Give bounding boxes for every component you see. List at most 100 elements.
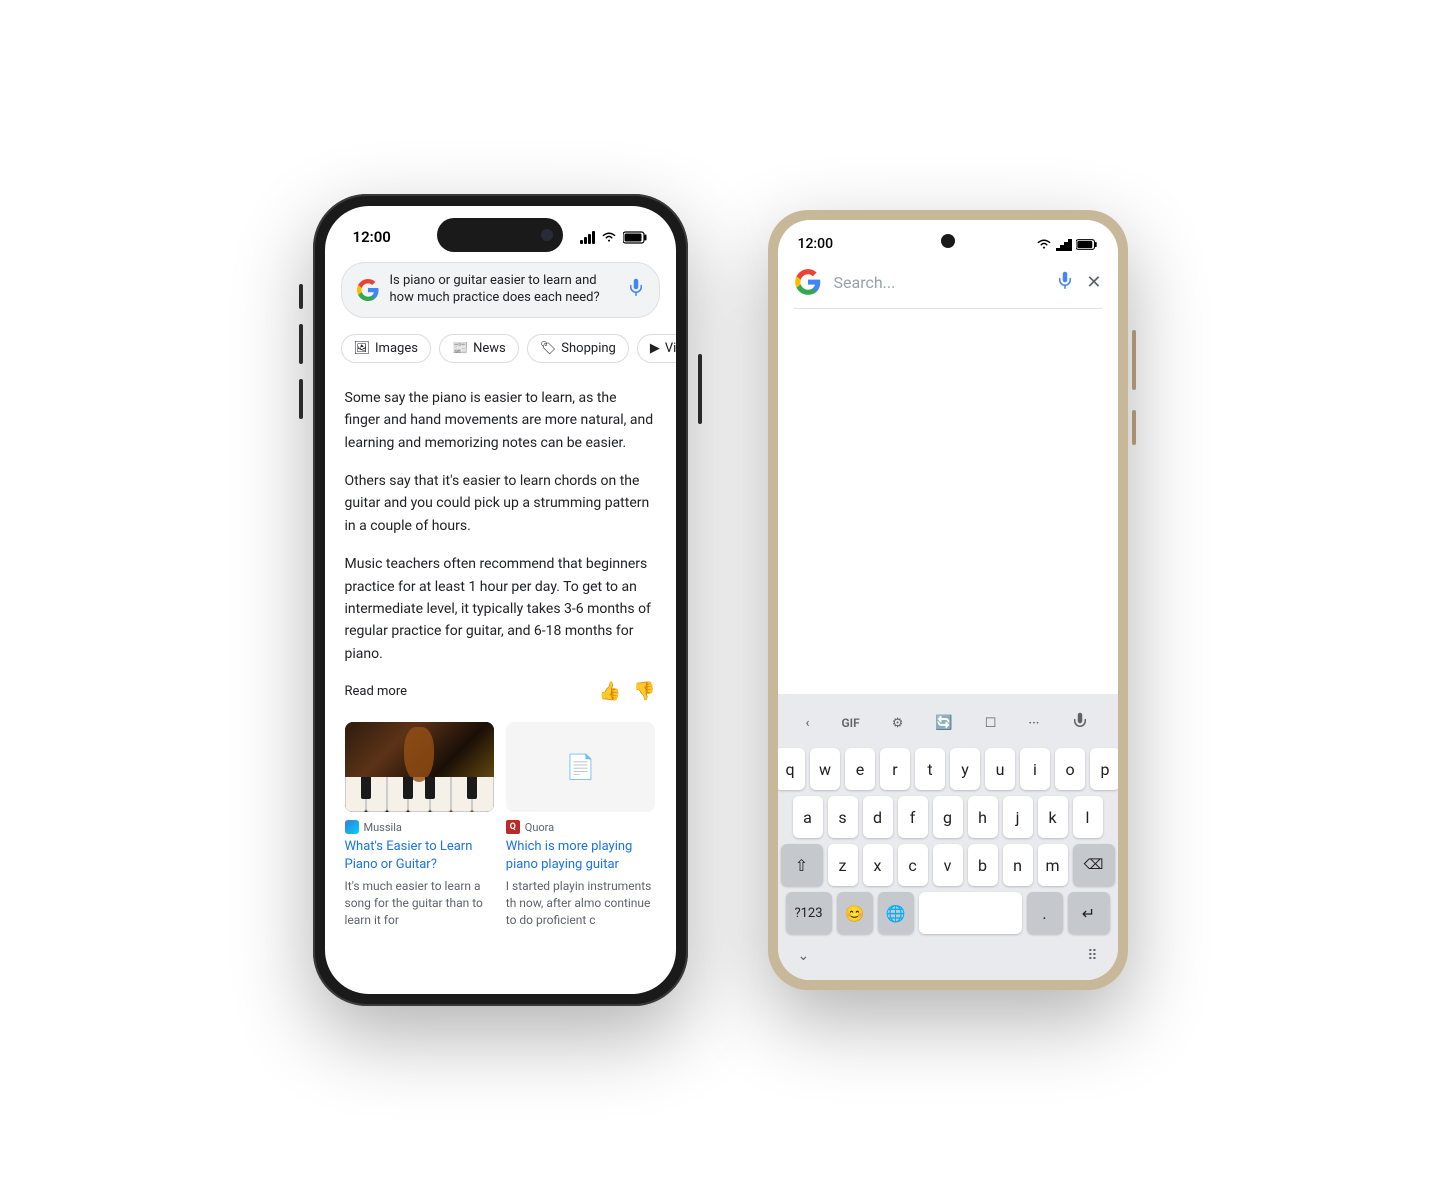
feedback-icons: 👍 👎: [599, 681, 656, 702]
key-g[interactable]: g: [933, 796, 963, 838]
android-mic-icon[interactable]: [1056, 271, 1074, 293]
iphone-status-icons: [580, 231, 648, 244]
key-numbers[interactable]: ?123: [786, 892, 832, 934]
key-m[interactable]: m: [1038, 844, 1068, 886]
iphone-search-bar[interactable]: Is piano or guitar easier to learn and h…: [341, 262, 660, 318]
images-tab-icon: 🖼: [354, 341, 371, 356]
key-o[interactable]: o: [1055, 748, 1085, 790]
keyboard-settings-icon[interactable]: ⚙: [884, 712, 912, 735]
tab-videos[interactable]: ▶ Vide: [637, 334, 676, 363]
article-card-1-snippet: It's much easier to learn a song for the…: [345, 878, 494, 928]
key-emoji[interactable]: 😊: [837, 892, 873, 934]
article-card-2-image: 📄: [506, 722, 655, 812]
filter-tabs: 🖼 Images 📰 News 🏷 Shopping ▶ Vide: [325, 326, 676, 371]
keyboard-row-1: q w e r t y u i o p: [782, 748, 1114, 790]
key-k[interactable]: k: [1038, 796, 1068, 838]
iphone-notch: [437, 218, 563, 252]
key-enter[interactable]: ↵: [1068, 892, 1110, 934]
key-t[interactable]: t: [915, 748, 945, 790]
key-v[interactable]: v: [933, 844, 963, 886]
key-i[interactable]: i: [1020, 748, 1050, 790]
battery-icon: [623, 231, 648, 244]
iphone-vol-down-button: [299, 379, 303, 419]
key-space[interactable]: [919, 892, 1022, 934]
result-paragraph-3: Music teachers often recommend that begi…: [345, 553, 656, 665]
news-tab-label: News: [473, 341, 506, 356]
key-x[interactable]: x: [863, 844, 893, 886]
article-card-2-source-text: Quora: [525, 821, 554, 834]
keyboard-voice-icon[interactable]: [1063, 708, 1097, 738]
article-card-1-title: What's Easier to Learn Piano or Guitar?: [345, 838, 494, 874]
iphone-silent-switch: [299, 284, 303, 309]
key-d[interactable]: d: [863, 796, 893, 838]
key-shift[interactable]: ⇧: [781, 844, 823, 886]
thumbs-down-icon[interactable]: 👎: [633, 681, 655, 702]
android-wifi-icon: [1036, 238, 1052, 250]
article-card-1-source-text: Mussila: [364, 821, 402, 834]
article-card-2[interactable]: 📄 Q Quora Which is more playing piano pl…: [506, 722, 655, 929]
key-a[interactable]: a: [793, 796, 823, 838]
key-f[interactable]: f: [898, 796, 928, 838]
videos-tab-icon: ▶: [650, 341, 660, 356]
tab-shopping[interactable]: 🏷 Shopping: [527, 334, 629, 363]
android-content-area: [778, 317, 1118, 617]
article-cards-container: Mussila What's Easier to Learn Piano or …: [345, 722, 656, 929]
tab-news[interactable]: 📰 News: [439, 334, 519, 363]
android-battery-icon: [1076, 238, 1098, 251]
key-e[interactable]: e: [845, 748, 875, 790]
keyboard-layout-icon[interactable]: ⠿: [1087, 948, 1097, 964]
keyboard-bottom-indicators: ⌄ ⠿: [782, 940, 1114, 964]
shopping-tab-icon: 🏷: [540, 341, 557, 356]
key-period[interactable]: .: [1027, 892, 1063, 934]
keyboard-collapse-icon[interactable]: ⌄: [798, 948, 810, 964]
key-backspace[interactable]: ⌫: [1073, 844, 1115, 886]
key-l[interactable]: l: [1073, 796, 1103, 838]
iphone-screen: 12:00: [325, 206, 676, 994]
key-s[interactable]: s: [828, 796, 858, 838]
read-more-link[interactable]: Read more: [345, 684, 408, 699]
keyboard-row-2: a s d f g h j k l: [782, 796, 1114, 838]
shopping-tab-label: Shopping: [561, 341, 616, 356]
android-screen: 12:00: [778, 220, 1118, 980]
voice-search-icon[interactable]: [627, 278, 645, 301]
key-n[interactable]: n: [1003, 844, 1033, 886]
key-u[interactable]: u: [985, 748, 1015, 790]
key-h[interactable]: h: [968, 796, 998, 838]
android-volume-button: [1132, 330, 1136, 390]
wifi-icon: [601, 231, 617, 243]
article-card-2-snippet: I started playin instruments th now, aft…: [506, 878, 655, 928]
guitar-decoration: [404, 727, 434, 782]
thumbs-up-icon[interactable]: 👍: [599, 681, 621, 702]
key-globe[interactable]: 🌐: [878, 892, 914, 934]
keyboard-gif-button[interactable]: GIF: [833, 712, 867, 734]
key-w[interactable]: w: [810, 748, 840, 790]
key-b[interactable]: b: [968, 844, 998, 886]
phones-container: 12:00: [313, 194, 1128, 1006]
android-close-icon[interactable]: ✕: [1086, 272, 1101, 293]
key-p[interactable]: p: [1090, 748, 1118, 790]
key-q[interactable]: q: [778, 748, 806, 790]
signal-icon: [580, 231, 595, 244]
keyboard-row-3: ⇧ z x c v b n m ⌫: [782, 844, 1114, 886]
keyboard-clipboard-icon[interactable]: ☐: [977, 712, 1005, 735]
key-j[interactable]: j: [1003, 796, 1033, 838]
keyboard-bottom-row: ?123 😊 🌐 . ↵: [782, 892, 1114, 934]
key-z[interactable]: z: [828, 844, 858, 886]
keyboard-more-icon[interactable]: ···: [1020, 712, 1047, 735]
search-results-content: Some say the piano is easier to learn, a…: [325, 371, 676, 945]
result-paragraph-2: Others say that it's easier to learn cho…: [345, 470, 656, 537]
android-divider: [794, 308, 1102, 309]
key-r[interactable]: r: [880, 748, 910, 790]
result-paragraph-1: Some say the piano is easier to learn, a…: [345, 387, 656, 454]
key-y[interactable]: y: [950, 748, 980, 790]
android-search-row: Search... ✕: [778, 264, 1118, 308]
article-card-1[interactable]: Mussila What's Easier to Learn Piano or …: [345, 722, 494, 929]
key-c[interactable]: c: [898, 844, 928, 886]
keyboard-translate-icon[interactable]: 🔄: [927, 711, 960, 735]
android-search-box[interactable]: Search... ✕: [834, 271, 1102, 293]
tab-images[interactable]: 🖼 Images: [341, 334, 431, 363]
android-status-icons: [1036, 237, 1098, 251]
mussila-favicon: [345, 820, 359, 834]
keyboard-back-icon[interactable]: ‹: [797, 712, 817, 735]
android-keyboard[interactable]: ‹ GIF ⚙ 🔄 ☐ ··· q w: [778, 694, 1118, 980]
